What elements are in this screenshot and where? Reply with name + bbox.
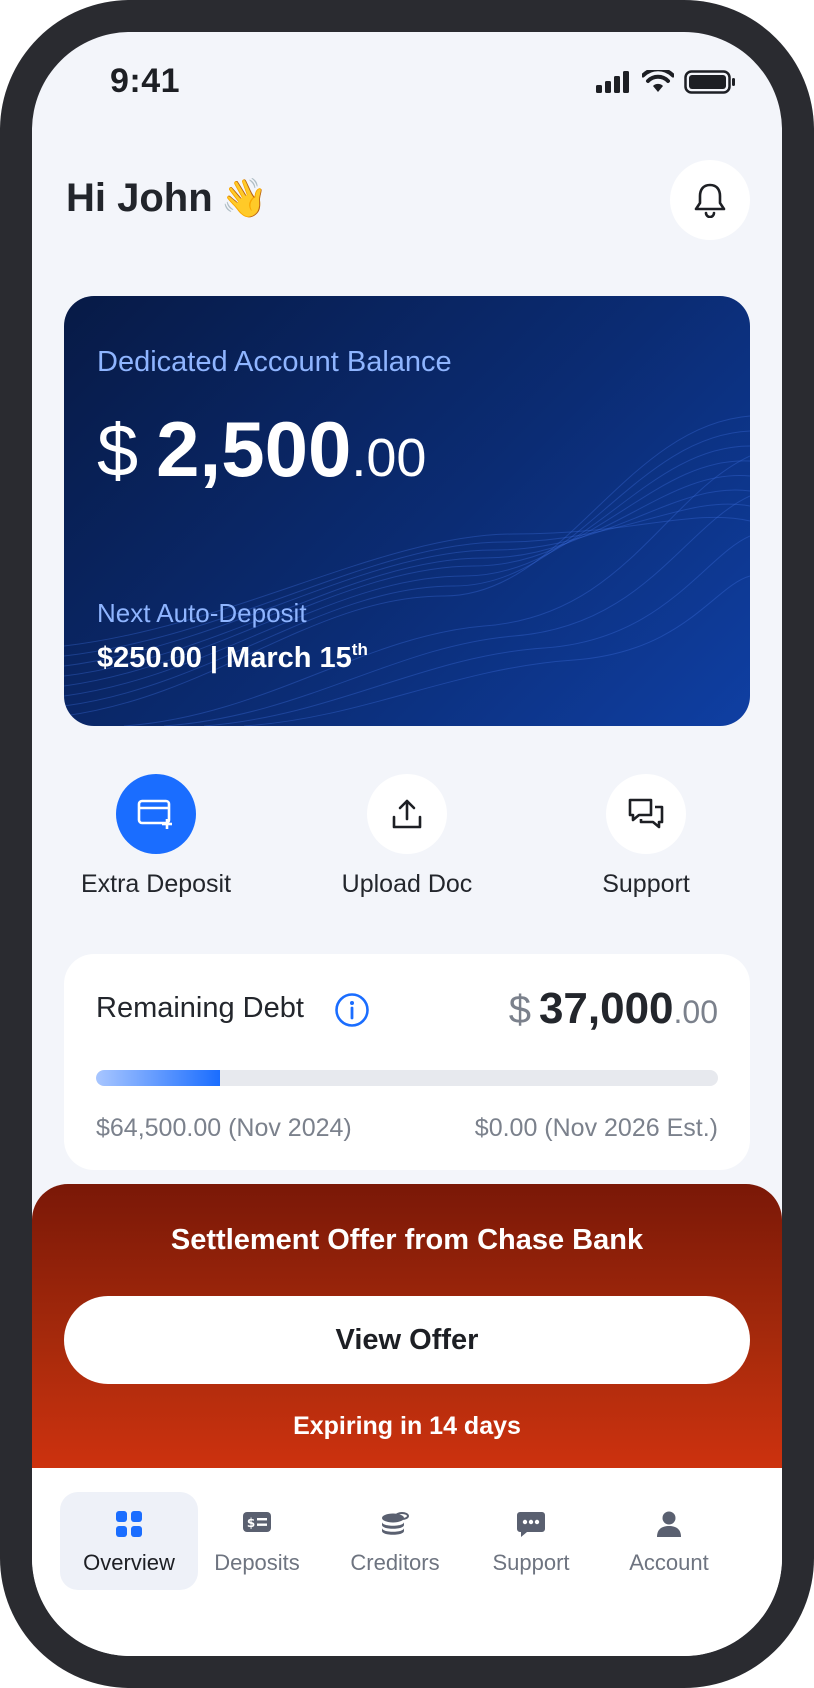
balance-card[interactable]: Dedicated Account Balance $ 2,500 .00 Ne… — [64, 296, 750, 726]
tab-account-label: Account — [629, 1550, 709, 1575]
support-action[interactable]: Support — [536, 774, 756, 899]
bell-icon — [694, 183, 726, 218]
support-button[interactable] — [606, 774, 686, 854]
debt-whole: 37,000 — [538, 984, 674, 1033]
next-deposit-label: Next Auto-Deposit — [97, 598, 307, 628]
balance-currency: $ — [97, 409, 139, 492]
greeting: Hi John 👋 — [66, 176, 268, 221]
extra-deposit-button[interactable] — [116, 774, 196, 854]
balance-amount: $ 2,500 .00 — [97, 404, 426, 495]
debt-end-label: $0.00 (Nov 2026 Est.) — [474, 1114, 718, 1142]
extra-deposit-action[interactable]: Extra Deposit — [46, 774, 266, 899]
battery-icon — [684, 70, 735, 94]
app-screen: 9:41 Hi John 👋 Dedicated Account Balance… — [32, 32, 782, 1656]
balance-cents: .00 — [351, 428, 427, 488]
next-deposit-value: $250.00 | March 15th — [97, 640, 368, 675]
phone-frame: 9:41 Hi John 👋 Dedicated Account Balance… — [0, 0, 814, 1688]
wifi-icon — [642, 70, 674, 92]
tab-creditors-label: Creditors — [350, 1550, 440, 1575]
grid-icon — [116, 1511, 142, 1537]
debt-title: Remaining Debt — [96, 992, 304, 1024]
bill-icon: $ — [243, 1512, 271, 1532]
status-time: 9:41 — [110, 62, 181, 100]
debt-start-label: $64,500.00 (Nov 2024) — [96, 1114, 352, 1142]
debt-amount: $ 37,000 .00 — [509, 984, 718, 1034]
view-offer-button[interactable]: View Offer — [64, 1296, 750, 1384]
tab-support[interactable]: Support — [462, 1492, 600, 1590]
tab-account[interactable]: Account — [600, 1492, 738, 1590]
card-plus-icon — [137, 799, 172, 829]
tab-overview-label: Overview — [83, 1550, 175, 1575]
upload-doc-button[interactable] — [367, 774, 447, 854]
tab-support-label: Support — [492, 1550, 570, 1575]
tab-deposits-label: Deposits — [214, 1550, 300, 1575]
remaining-debt-card[interactable]: Remaining Debt $ 37,000 .00 $64,500.00 (… — [64, 954, 750, 1170]
upload-doc-action[interactable]: Upload Doc — [297, 774, 517, 899]
settlement-offer-panel: Settlement Offer from Chase Bank View Of… — [32, 1184, 782, 1504]
debt-progress-track — [96, 1070, 718, 1086]
notifications-button[interactable] — [670, 160, 750, 240]
chat-icon — [517, 1512, 545, 1537]
coins-icon — [382, 1512, 409, 1535]
debt-progress-fill — [96, 1070, 221, 1086]
offer-title: Settlement Offer from Chase Bank — [170, 1224, 644, 1256]
debt-currency: $ — [508, 988, 531, 1032]
chat-bubbles-icon — [628, 798, 664, 829]
signal-icon — [596, 71, 629, 93]
tab-creditors[interactable]: Creditors — [326, 1492, 464, 1590]
tab-overview[interactable]: Overview — [60, 1492, 198, 1590]
wave-emoji-icon: 👋 — [220, 177, 268, 220]
status-icons — [596, 70, 736, 94]
debt-cents: .00 — [673, 994, 718, 1030]
tab-deposits[interactable]: $ Deposits — [188, 1492, 326, 1590]
user-icon — [657, 1511, 681, 1537]
balance-label: Dedicated Account Balance — [97, 346, 452, 378]
extra-deposit-label: Extra Deposit — [80, 870, 232, 898]
info-icon[interactable] — [334, 992, 370, 1028]
greeting-text: Hi John — [66, 176, 213, 220]
next-deposit-text: $250.00 | March 15 — [97, 642, 352, 674]
svg-text:$: $ — [247, 1516, 255, 1530]
next-deposit-suffix: th — [351, 640, 368, 659]
offer-expiry: Expiring in 14 days — [293, 1412, 521, 1440]
upload-doc-label: Upload Doc — [341, 870, 473, 898]
upload-icon — [392, 799, 422, 829]
balance-whole: 2,500 — [156, 405, 352, 493]
bottom-tab-bar: Overview $ Deposits Creditors Support Ac… — [32, 1468, 782, 1656]
support-label: Support — [602, 870, 690, 898]
